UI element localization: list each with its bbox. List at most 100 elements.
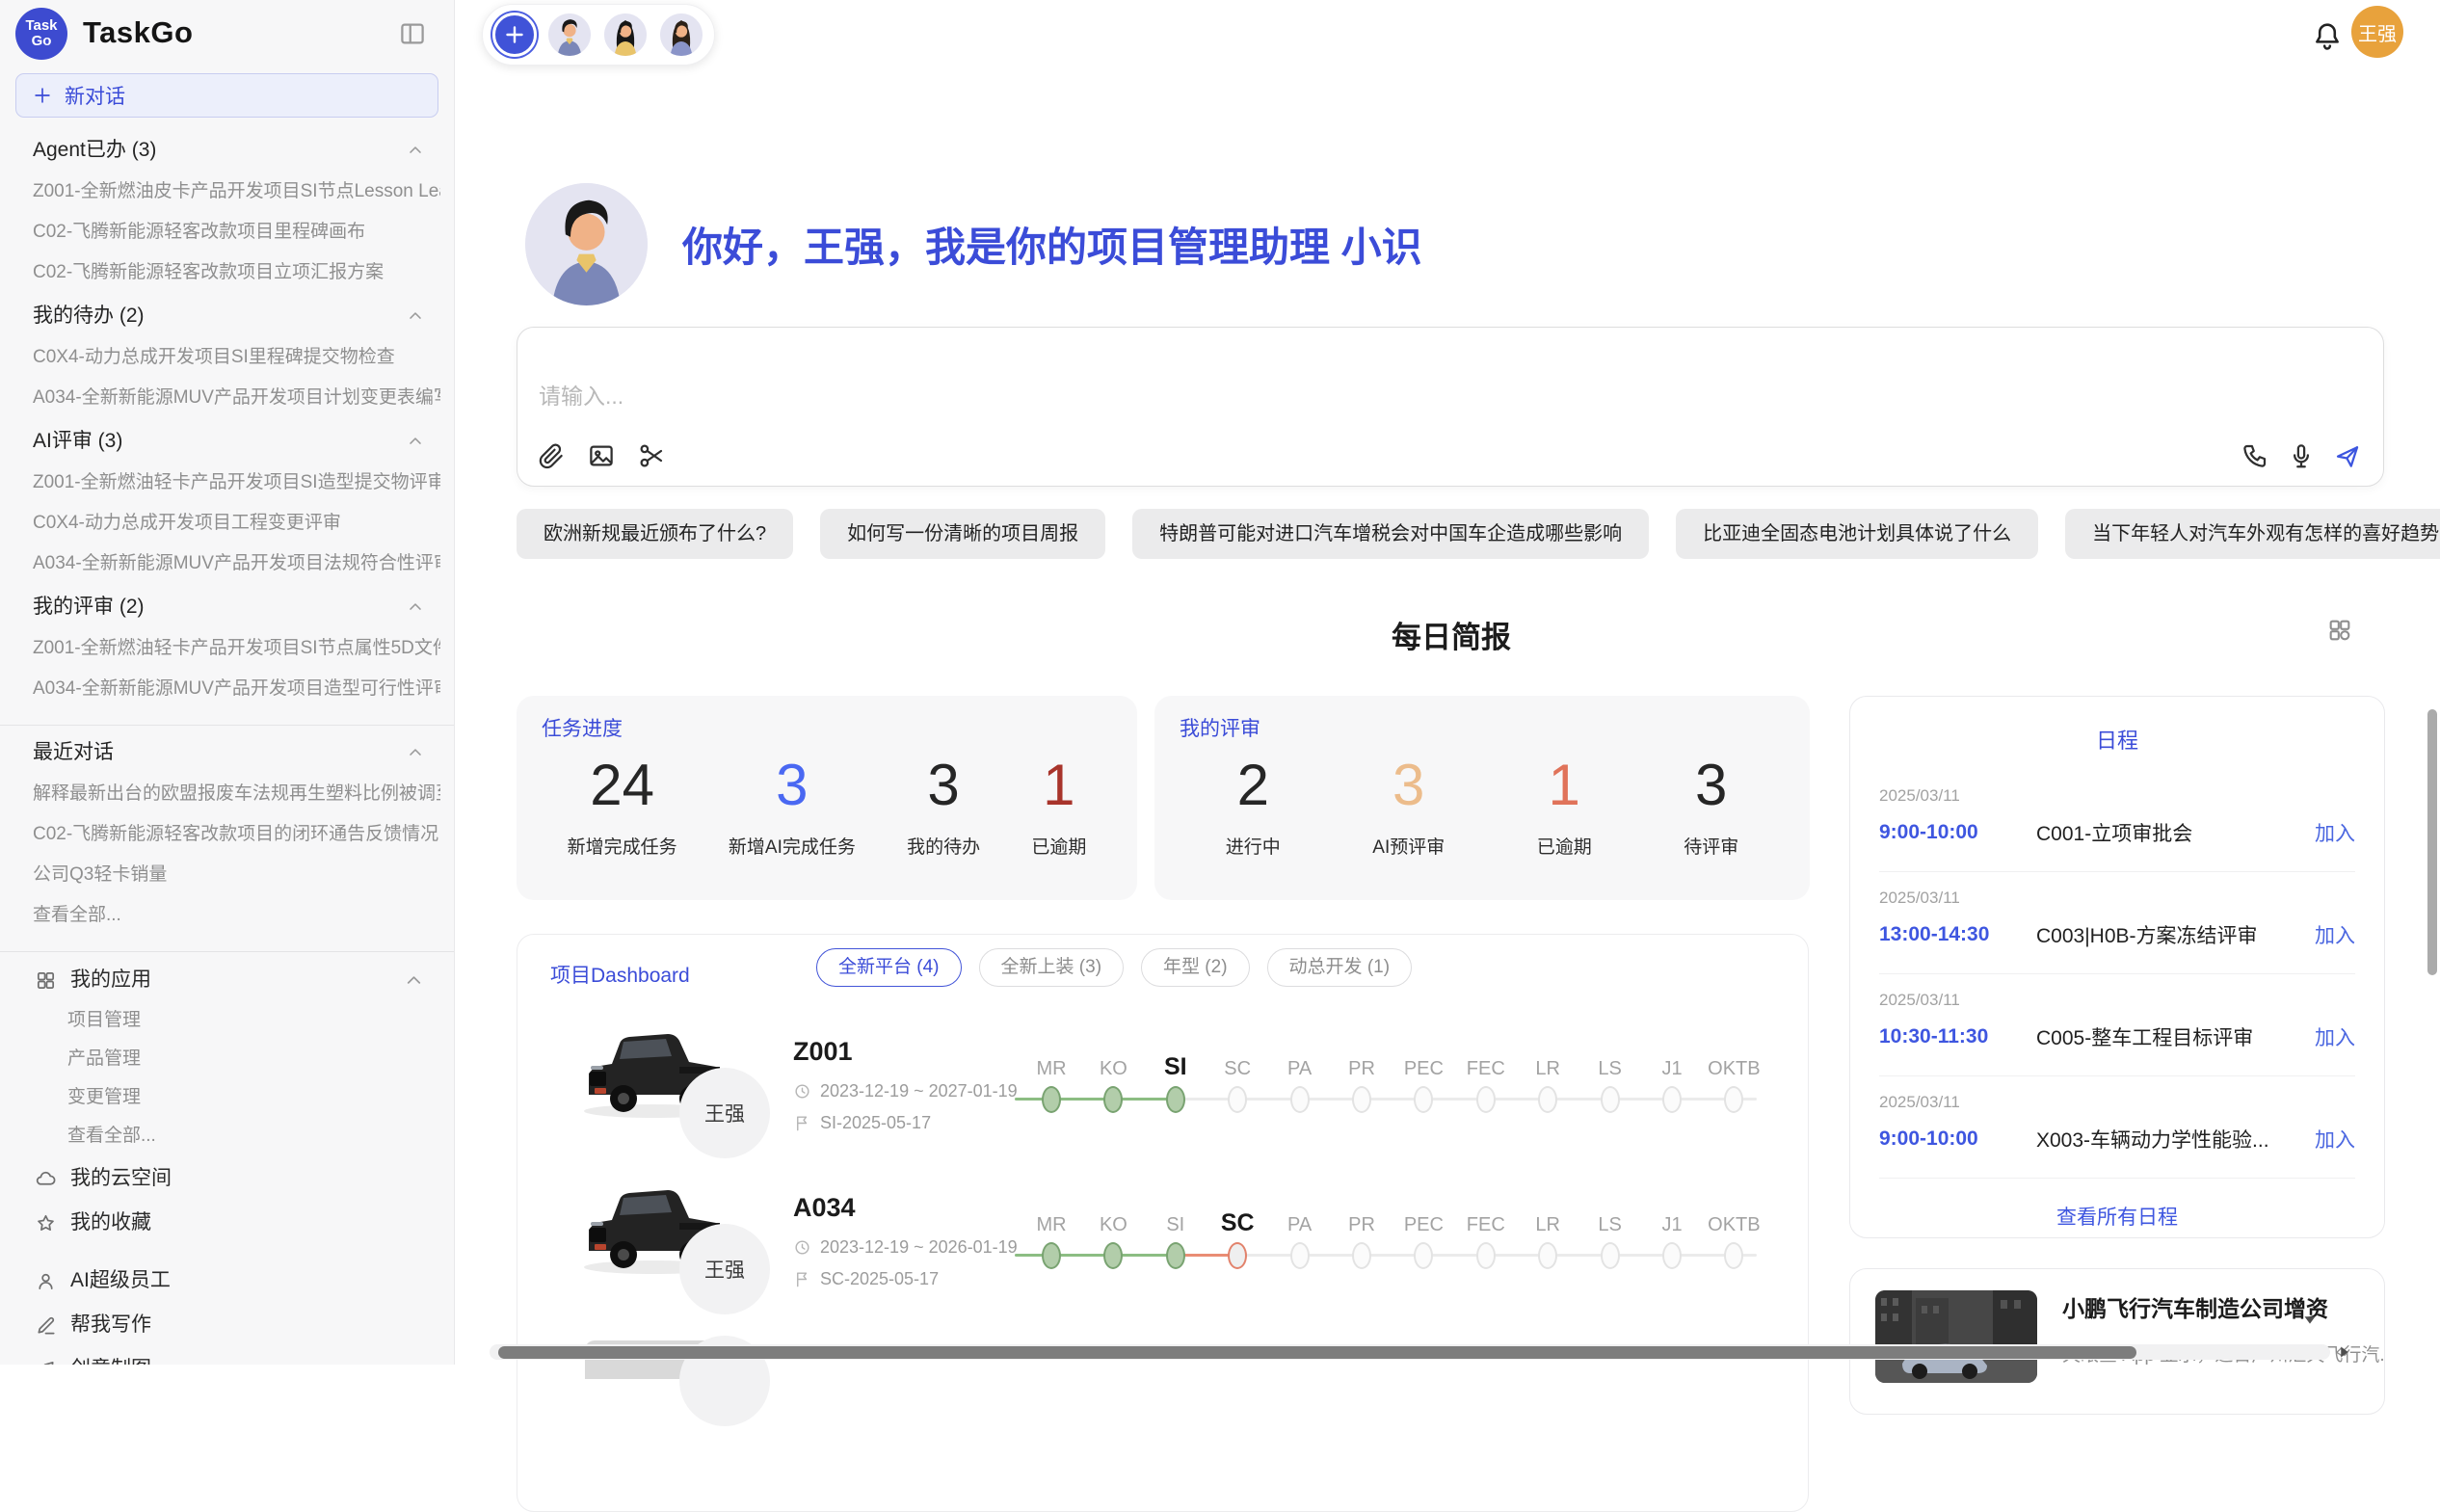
apps-view-all-link[interactable]: 查看全部... xyxy=(67,1126,440,1147)
chevron-up-icon xyxy=(406,432,425,451)
join-button[interactable]: 加入 xyxy=(2315,1125,2355,1154)
sidebar-item-change-mgmt[interactable]: 变更管理 xyxy=(67,1087,440,1108)
milestone-label: J1 xyxy=(1661,1058,1682,1080)
tab-powertrain[interactable]: 动总开发 (1) xyxy=(1267,948,1413,987)
list-item[interactable]: C0X4-动力总成开发项目工程变更评审 xyxy=(33,513,440,534)
milestone-dot xyxy=(1414,1086,1433,1113)
new-chat-label: 新对话 xyxy=(65,81,125,110)
list-item[interactable]: C02-飞腾新能源轻客改款项目的闭环通告反馈情况 xyxy=(33,824,440,845)
stat-value: 3 xyxy=(1695,746,1727,825)
milestone-note: SC-2025-05-17 xyxy=(820,1269,939,1289)
sidebar-item-product-mgmt[interactable]: 产品管理 xyxy=(67,1048,440,1070)
suggestion-chip[interactable]: 当下年轻人对汽车外观有怎样的喜好趋势 xyxy=(2065,509,2440,559)
dashboard-title: 项目Dashboard xyxy=(550,960,690,989)
screenshot-scissors-icon[interactable] xyxy=(637,441,666,470)
voice-call-icon[interactable] xyxy=(2241,441,2269,470)
list-item[interactable]: 公司Q3轻卡销量 xyxy=(33,864,440,886)
microphone-icon[interactable] xyxy=(2287,441,2316,470)
list-item[interactable]: C02-飞腾新能源轻客改款项目里程碑画布 xyxy=(33,222,440,243)
avatar[interactable] xyxy=(602,12,649,58)
milestone-dot xyxy=(1166,1086,1185,1113)
daily-briefing-title: 每日简报 xyxy=(1392,621,1511,654)
section-my-todo[interactable]: 我的待办 (2) xyxy=(33,305,425,328)
tab-new-body[interactable]: 全新上装 (3) xyxy=(979,948,1125,987)
user-avatar[interactable]: 王强 xyxy=(2351,6,2403,58)
sidebar-item-creative-draw[interactable]: 创意制图 xyxy=(35,1357,425,1365)
project-row[interactable]: 王强 Z001 2023-12-19 ~ 2027-01-19 SI-2025-… xyxy=(517,1014,1808,1172)
milestone-dot xyxy=(1103,1242,1123,1269)
avatar[interactable] xyxy=(658,12,704,58)
list-item[interactable]: Z001-全新燃油皮卡产品开发项目SI节点Lesson Learn报告 xyxy=(33,181,440,202)
list-item[interactable]: A034-全新新能源MUV产品开发项目法规符合性评审 xyxy=(33,553,440,574)
sidebar-item-label: 创意制图 xyxy=(70,1357,151,1365)
vertical-scrollbar-thumb[interactable] xyxy=(2427,709,2437,975)
milestone-label: LR xyxy=(1535,1058,1560,1080)
schedule-item: 2025/03/11 9:00-10:00 X003-车辆动力学性能验... 加… xyxy=(1879,1076,2355,1179)
milestone-label: SI xyxy=(1166,1214,1184,1236)
news-card[interactable]: 小鹏飞行汽车制造公司增资 天眼查 App 显示，近日广州汇天飞行汽... xyxy=(1849,1268,2385,1415)
suggestion-chip[interactable]: 比亚迪全固态电池计划具体说了什么 xyxy=(1676,509,2038,559)
send-icon[interactable] xyxy=(2333,441,2362,470)
briefing-layout-button[interactable] xyxy=(2326,617,2353,644)
sidebar-item-project-mgmt[interactable]: 项目管理 xyxy=(67,1010,440,1031)
list-item[interactable]: A034-全新新能源MUV产品开发项目造型可行性评审 xyxy=(33,678,440,700)
add-agent-button[interactable] xyxy=(492,13,537,57)
person-avatar-icon xyxy=(548,13,591,56)
tab-new-platform[interactable]: 全新平台 (4) xyxy=(816,948,962,987)
view-all-schedule-link[interactable]: 查看所有日程 xyxy=(1879,1202,2355,1231)
schedule-time: 9:00-10:00 xyxy=(1879,1127,2036,1151)
list-item[interactable]: C0X4-动力总成开发项目SI里程碑提交物检查 xyxy=(33,347,440,368)
chat-input[interactable] xyxy=(539,378,2177,424)
project-row[interactable]: 王强 A034 2023-12-19 ~ 2026-01-19 SC-2025-… xyxy=(517,1170,1808,1328)
list-item[interactable]: Z001-全新燃油轻卡产品开发项目SI节点属性5D文件评审 xyxy=(33,638,440,659)
schedule-item: 2025/03/11 13:00-14:30 C003|H0B-方案冻结评审 加… xyxy=(1879,872,2355,974)
project-code: Z001 xyxy=(793,1037,853,1067)
milestone-dot xyxy=(1476,1086,1496,1113)
scroll-down-arrow-icon[interactable] xyxy=(2299,1309,2321,1330)
sidebar-item-label: AI超级员工 xyxy=(70,1268,171,1293)
new-chat-button[interactable]: 新对话 xyxy=(15,73,438,118)
schedule-time: 10:30-11:30 xyxy=(1879,1025,2036,1048)
sidebar-item-cloud-space[interactable]: 我的云空间 xyxy=(35,1166,425,1191)
suggestion-chip[interactable]: 欧洲新规最近颁布了什么? xyxy=(517,509,793,559)
stat-label: 已逾期 xyxy=(1537,833,1592,859)
image-upload-icon[interactable] xyxy=(587,441,616,470)
horizontal-scrollbar-track[interactable] xyxy=(490,1344,2330,1360)
schedule-event-title: X003-车辆动力学性能验... xyxy=(2036,1125,2315,1154)
section-recent-chats[interactable]: 最近对话 xyxy=(33,741,425,764)
suggestion-chip[interactable]: 特朗普可能对进口汽车增税会对中国车企造成哪些影响 xyxy=(1132,509,1649,559)
join-button[interactable]: 加入 xyxy=(2315,920,2355,949)
attachment-icon[interactable] xyxy=(537,441,566,470)
milestone-dot xyxy=(1290,1086,1310,1113)
recent-view-all-link[interactable]: 查看全部... xyxy=(33,905,440,926)
join-button[interactable]: 加入 xyxy=(2315,818,2355,847)
horizontal-scrollbar-thumb[interactable] xyxy=(498,1346,2136,1359)
list-item[interactable]: Z001-全新燃油轻卡产品开发项目SI造型提交物评审 xyxy=(33,472,440,493)
list-item[interactable]: 解释最新出台的欧盟报废车法规再生塑料比例被调至15%... xyxy=(33,783,440,805)
list-item[interactable]: C02-飞腾新能源轻客改款项目立项汇报方案 xyxy=(33,262,440,283)
divider xyxy=(0,725,454,726)
sidebar-item-my-apps[interactable]: 我的应用 xyxy=(35,968,425,993)
list-item[interactable]: A034-全新新能源MUV产品开发项目计划变更表编写 xyxy=(33,387,440,409)
tab-model-year[interactable]: 年型 (2) xyxy=(1141,948,1250,987)
sidebar-collapse-button[interactable] xyxy=(396,17,429,50)
milestone-label: J1 xyxy=(1661,1214,1682,1236)
section-ai-review[interactable]: AI评审 (3) xyxy=(33,430,425,453)
stat: 1 已逾期 xyxy=(1031,746,1086,900)
notifications-button[interactable] xyxy=(2311,19,2344,52)
chevron-up-icon xyxy=(406,743,425,762)
section-my-review[interactable]: 我的评审 (2) xyxy=(33,596,425,619)
sidebar-item-favorites[interactable]: 我的收藏 xyxy=(35,1210,425,1235)
suggestion-chips: 欧洲新规最近颁布了什么? 如何写一份清晰的项目周报 特朗普可能对进口汽车增税会对… xyxy=(517,509,2386,559)
join-button[interactable]: 加入 xyxy=(2315,1022,2355,1051)
sidebar-item-ai-super-staff[interactable]: AI超级员工 xyxy=(35,1268,425,1293)
flag-icon xyxy=(793,1114,811,1132)
avatar[interactable] xyxy=(546,12,593,58)
milestone-label: LS xyxy=(1598,1058,1621,1080)
section-agent-done[interactable]: Agent已办 (3) xyxy=(33,139,425,162)
dashboard-tabs: 全新平台 (4) 全新上装 (3) 年型 (2) 动总开发 (1) xyxy=(816,948,1412,987)
sidebar-item-help-write[interactable]: 帮我写作 xyxy=(35,1313,425,1338)
suggestion-chip[interactable]: 如何写一份清晰的项目周报 xyxy=(820,509,1105,559)
scroll-right-arrow-icon[interactable] xyxy=(2333,1341,2354,1363)
milestone-label: OKTB xyxy=(1708,1214,1760,1236)
